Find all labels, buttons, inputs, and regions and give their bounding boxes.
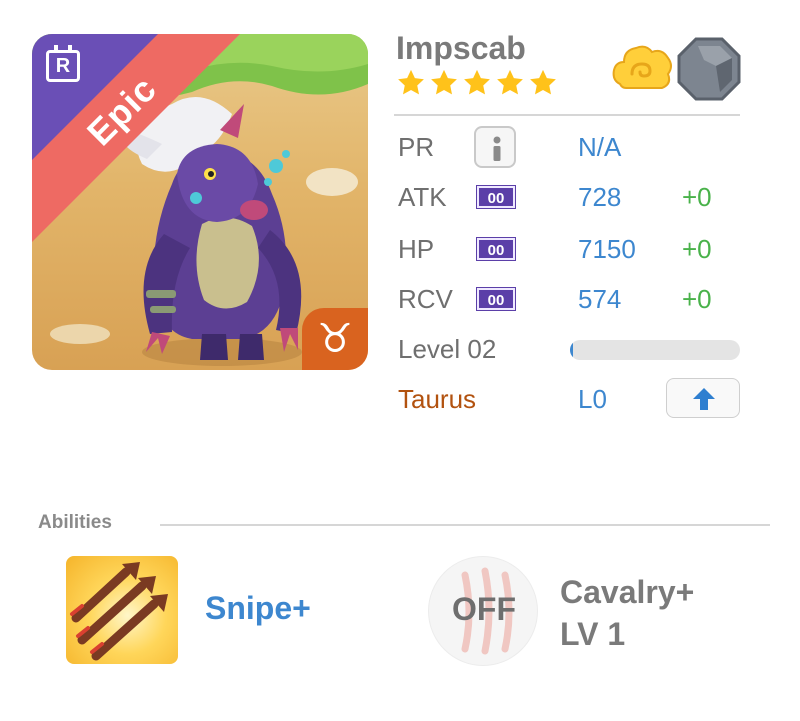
stat-pill-hp: 00: [476, 237, 516, 261]
level-label: Level 02: [398, 334, 497, 364]
active-ability-name[interactable]: Snipe+: [205, 590, 311, 627]
stat-label-pr: PR: [398, 132, 435, 162]
stat-value-rcv: 574: [578, 284, 622, 314]
abilities-divider: [160, 524, 770, 526]
star-icon: [398, 69, 424, 95]
abilities-heading: Abilities: [38, 512, 112, 533]
stat-label-rcv: RCV: [398, 284, 453, 314]
cloud-element-icon[interactable]: [610, 40, 674, 98]
level-progress-fill: [570, 340, 574, 360]
stat-value-hp: 7150: [578, 234, 636, 264]
taurus-icon: ♉: [302, 308, 368, 370]
stat-label-atk: ATK: [398, 182, 447, 212]
header-divider: [394, 114, 740, 116]
zodiac-level: L0: [578, 384, 607, 414]
monster-name: Impscab: [396, 30, 526, 66]
star-icon: [530, 69, 556, 95]
stat-pill-rcv: 00: [476, 287, 516, 311]
stone-element-icon[interactable]: [676, 36, 742, 102]
stat-bonus-hp: +0: [682, 234, 712, 264]
stat-value-pr: N/A: [578, 132, 622, 162]
stat-bonus-rcv: +0: [682, 284, 712, 314]
stat-pill-atk: 00: [476, 185, 516, 209]
passive-ability-toggle[interactable]: OFF: [428, 556, 538, 666]
passive-status: OFF: [452, 591, 516, 627]
monster-portrait[interactable]: R Epic ♉: [32, 34, 368, 370]
star-rating: [396, 68, 558, 98]
stat-value-atk: 728: [578, 182, 622, 212]
zodiac-upgrade-button[interactable]: [666, 378, 740, 418]
level-progress-bar: [570, 340, 740, 360]
passive-ability-level: LV 1: [560, 616, 626, 652]
arrow-up-icon: [693, 388, 715, 410]
info-button[interactable]: [474, 126, 516, 168]
star-icon: [464, 69, 490, 95]
passive-ability-name[interactable]: Cavalry+: [560, 574, 694, 611]
stat-label-hp: HP: [398, 234, 435, 264]
zodiac-name: Taurus: [398, 384, 477, 414]
rarity-badge-icon: R: [46, 45, 80, 82]
triple-arrow-icon[interactable]: [66, 556, 178, 664]
star-icon: [431, 69, 457, 95]
star-icon: [497, 69, 523, 95]
stat-bonus-atk: +0: [682, 182, 712, 212]
info-icon: [493, 136, 501, 161]
